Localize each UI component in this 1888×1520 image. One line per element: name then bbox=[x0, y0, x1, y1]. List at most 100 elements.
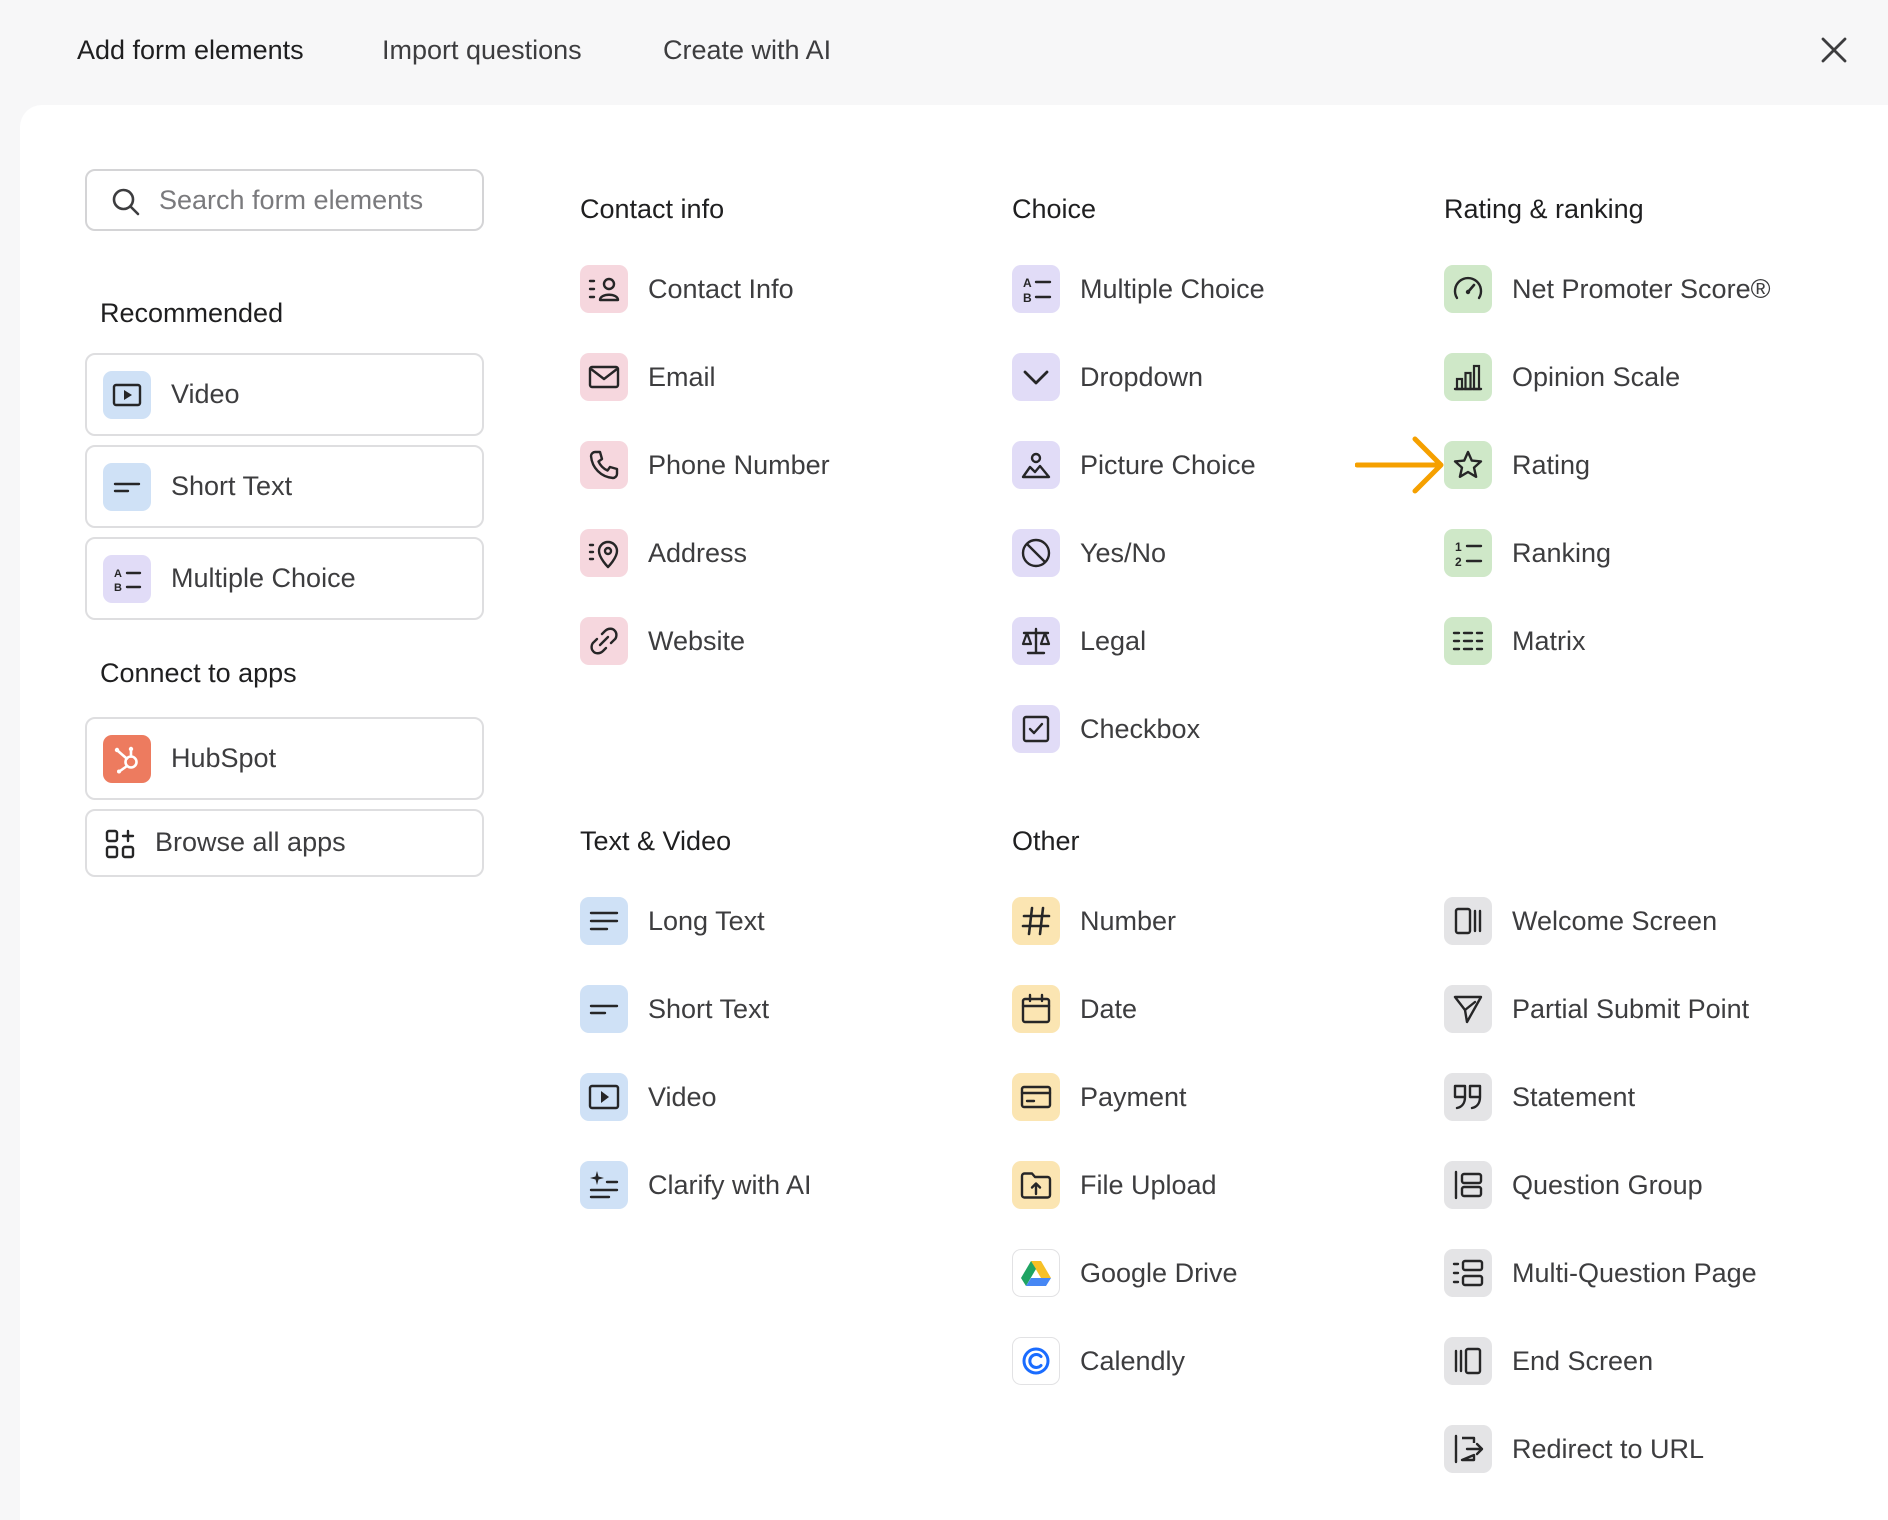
element-multiple-choice[interactable]: AB Multiple Choice bbox=[1012, 265, 1265, 313]
element-label: Clarify with AI bbox=[648, 1169, 812, 1200]
browse-all-apps-label: Browse all apps bbox=[155, 827, 346, 857]
matrix-icon bbox=[1444, 617, 1492, 665]
element-net-promoter-score[interactable]: Net Promoter Score® bbox=[1444, 265, 1770, 313]
element-rating[interactable]: Rating bbox=[1444, 441, 1590, 489]
element-number[interactable]: Number bbox=[1012, 897, 1176, 945]
element-label: Date bbox=[1080, 993, 1138, 1024]
calendly-icon bbox=[1012, 1337, 1060, 1385]
element-label: Question Group bbox=[1512, 1169, 1703, 1200]
element-opinion-scale[interactable]: Opinion Scale bbox=[1444, 353, 1680, 401]
section-title-rating-ranking: Rating & ranking bbox=[1444, 194, 1644, 224]
element-label: File Upload bbox=[1080, 1169, 1217, 1200]
element-label: Matrix bbox=[1512, 625, 1586, 656]
recommended-item-short-text[interactable]: Short Text bbox=[85, 445, 484, 528]
hash-icon bbox=[1012, 897, 1060, 945]
end-screen-icon bbox=[1444, 1337, 1492, 1385]
element-redirect-to-url[interactable]: Redirect to URL bbox=[1444, 1425, 1704, 1473]
element-label: Checkbox bbox=[1080, 713, 1201, 744]
credit-card-icon bbox=[1012, 1073, 1060, 1121]
element-dropdown[interactable]: Dropdown bbox=[1012, 353, 1203, 401]
element-label: Contact Info bbox=[648, 273, 794, 304]
element-video[interactable]: Video bbox=[580, 1073, 717, 1121]
element-label: Calendly bbox=[1080, 1345, 1186, 1376]
element-long-text[interactable]: Long Text bbox=[580, 897, 765, 945]
app-hubspot[interactable]: HubSpot bbox=[85, 717, 484, 800]
search-input[interactable] bbox=[159, 181, 459, 219]
link-icon bbox=[580, 617, 628, 665]
element-partial-submit-point[interactable]: Partial Submit Point bbox=[1444, 985, 1749, 1033]
phone-icon bbox=[580, 441, 628, 489]
element-label: Email bbox=[648, 361, 716, 392]
svg-text:2: 2 bbox=[1455, 555, 1462, 569]
element-yes-no[interactable]: Yes/No bbox=[1012, 529, 1166, 577]
close-icon bbox=[1821, 37, 1847, 63]
element-date[interactable]: Date bbox=[1012, 985, 1137, 1033]
element-label: Address bbox=[648, 537, 748, 568]
gauge-icon bbox=[1444, 265, 1492, 313]
element-checkbox[interactable]: Checkbox bbox=[1012, 705, 1200, 753]
checkbox-icon bbox=[1012, 705, 1060, 753]
yes-no-icon bbox=[1012, 529, 1060, 577]
element-clarify-with-ai[interactable]: Clarify with AI bbox=[580, 1161, 812, 1209]
element-picture-choice[interactable]: Picture Choice bbox=[1012, 441, 1256, 489]
recommended-item-multiple-choice[interactable]: AB Multiple Choice bbox=[85, 537, 484, 620]
element-google-drive[interactable]: Google Drive bbox=[1012, 1249, 1238, 1297]
recommended-item-label: Multiple Choice bbox=[171, 563, 356, 593]
element-label: Picture Choice bbox=[1080, 449, 1256, 480]
element-label: Statement bbox=[1512, 1081, 1636, 1112]
multi-question-icon bbox=[1444, 1249, 1492, 1297]
element-label: Multiple Choice bbox=[1080, 273, 1265, 304]
element-label: Google Drive bbox=[1080, 1257, 1238, 1288]
scale-icon bbox=[1012, 617, 1060, 665]
section-title-text-video: Text & Video bbox=[580, 826, 732, 856]
element-label: Short Text bbox=[648, 993, 770, 1024]
element-short-text[interactable]: Short Text bbox=[580, 985, 769, 1033]
element-multi-question-page[interactable]: Multi-Question Page bbox=[1444, 1249, 1757, 1297]
element-file-upload[interactable]: File Upload bbox=[1012, 1161, 1217, 1209]
tab-import-questions[interactable]: Import questions bbox=[382, 30, 582, 70]
ranking-icon: 12 bbox=[1444, 529, 1492, 577]
element-label: Rating bbox=[1512, 449, 1591, 480]
address-icon bbox=[580, 529, 628, 577]
multiple-choice-icon: AB bbox=[103, 555, 151, 603]
element-label: Payment bbox=[1080, 1081, 1187, 1112]
section-title-choice: Choice bbox=[1012, 194, 1097, 224]
calendar-icon bbox=[1012, 985, 1060, 1033]
clarify-ai-icon bbox=[580, 1161, 628, 1209]
element-label: Multi-Question Page bbox=[1512, 1257, 1757, 1288]
svg-text:1: 1 bbox=[1455, 540, 1462, 554]
picture-choice-icon bbox=[1012, 441, 1060, 489]
element-address[interactable]: Address bbox=[580, 529, 747, 577]
bar-chart-icon bbox=[1444, 353, 1492, 401]
element-phone-number[interactable]: Phone Number bbox=[580, 441, 830, 489]
annotation-arrow-icon bbox=[1355, 436, 1444, 494]
element-welcome-screen[interactable]: Welcome Screen bbox=[1444, 897, 1717, 945]
short-text-icon bbox=[103, 463, 151, 511]
tab-create-with-ai[interactable]: Create with AI bbox=[663, 30, 831, 70]
element-website[interactable]: Website bbox=[580, 617, 745, 665]
section-title-other: Other bbox=[1012, 826, 1080, 856]
element-label: Redirect to URL bbox=[1512, 1433, 1705, 1464]
tab-add-form-elements[interactable]: Add form elements bbox=[77, 30, 304, 70]
close-button[interactable] bbox=[1814, 30, 1854, 70]
element-end-screen[interactable]: End Screen bbox=[1444, 1337, 1653, 1385]
recommended-item-video[interactable]: Video bbox=[85, 353, 484, 436]
element-payment[interactable]: Payment bbox=[1012, 1073, 1187, 1121]
search-box[interactable] bbox=[85, 169, 484, 231]
element-calendly[interactable]: Calendly bbox=[1012, 1337, 1185, 1385]
element-contact-info[interactable]: Contact Info bbox=[580, 265, 794, 313]
google-drive-icon bbox=[1012, 1249, 1060, 1297]
svg-text:B: B bbox=[1023, 291, 1032, 305]
video-icon bbox=[103, 371, 151, 419]
hubspot-icon bbox=[103, 735, 151, 783]
connect-apps-heading: Connect to apps bbox=[100, 658, 297, 688]
element-ranking[interactable]: 12 Ranking bbox=[1444, 529, 1611, 577]
element-label: Long Text bbox=[648, 905, 765, 936]
element-email[interactable]: Email bbox=[580, 353, 716, 401]
element-legal[interactable]: Legal bbox=[1012, 617, 1146, 665]
element-question-group[interactable]: Question Group bbox=[1444, 1161, 1703, 1209]
element-matrix[interactable]: Matrix bbox=[1444, 617, 1586, 665]
browse-all-apps-button[interactable]: Browse all apps bbox=[85, 809, 484, 877]
element-statement[interactable]: Statement bbox=[1444, 1073, 1635, 1121]
send-icon bbox=[1444, 985, 1492, 1033]
